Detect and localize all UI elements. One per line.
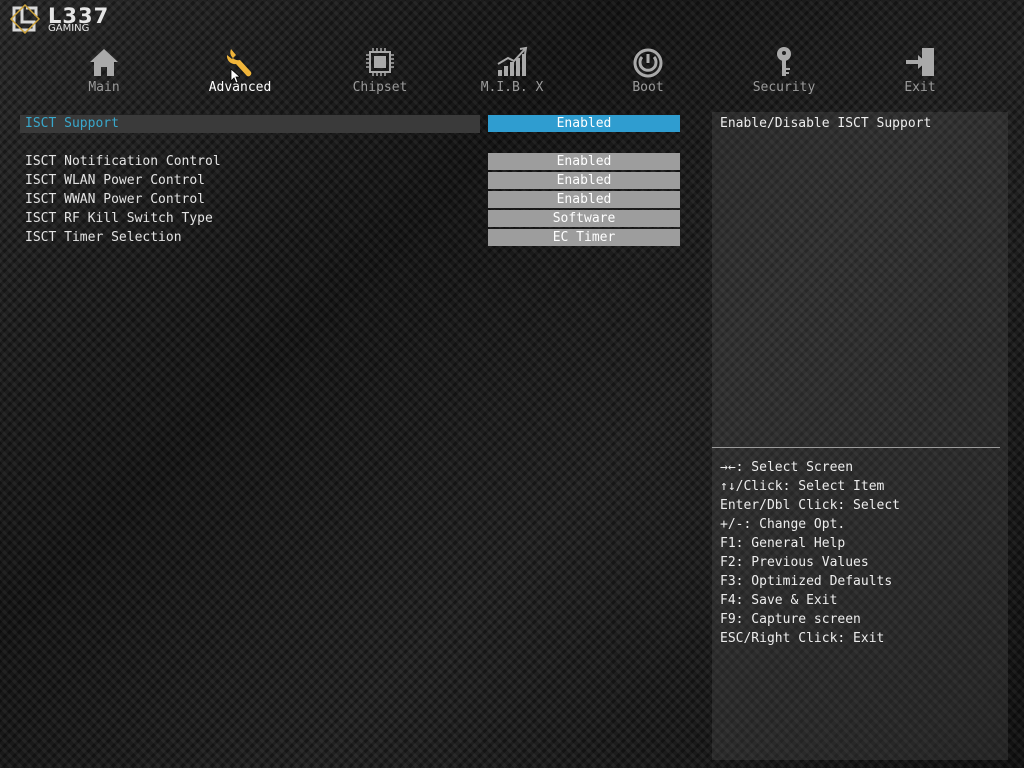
setting-isct-notification-control[interactable]: ISCT Notification Control Enabled <box>20 153 680 171</box>
help-description: Enable/Disable ISCT Support <box>720 116 932 131</box>
chart-icon <box>497 46 528 76</box>
tab-mib-x[interactable]: M.I.B. X <box>457 40 567 100</box>
key-hint: ↑↓/Click: Select Item <box>720 479 885 494</box>
key-hint: Enter/Dbl Click: Select <box>720 498 901 513</box>
setting-isct-rf-kill-switch-type[interactable]: ISCT RF Kill Switch Type Software <box>20 210 680 228</box>
key-hint: F9: Capture screen <box>720 612 861 627</box>
setting-value[interactable]: Software <box>488 210 680 227</box>
tab-exit-label: Exit <box>904 80 936 95</box>
tab-advanced-label: Advanced <box>208 80 272 95</box>
setting-value[interactable]: EC Timer <box>488 229 680 246</box>
setting-label: ISCT RF Kill Switch Type <box>25 211 213 226</box>
setting-label: ISCT Notification Control <box>25 154 221 169</box>
tab-exit[interactable]: Exit <box>865 40 975 100</box>
tab-security[interactable]: Security <box>729 40 839 100</box>
tab-main[interactable]: Main <box>49 40 159 100</box>
tab-chipset-label: Chipset <box>352 80 408 95</box>
key-hint: ESC/Right Click: Exit <box>720 631 885 646</box>
logo-emblem-icon <box>9 3 41 35</box>
setting-value[interactable]: Enabled <box>488 153 680 170</box>
tab-main-label: Main <box>88 80 120 95</box>
brand-logo: L337 GAMING <box>8 2 128 36</box>
tab-security-label: Security <box>752 80 816 95</box>
setting-value[interactable]: Enabled <box>488 191 680 208</box>
main-tab-bar: Main Advanced Chipset M.I.B. X Boot Secu… <box>0 40 1024 100</box>
help-divider <box>712 447 1000 448</box>
tab-chipset[interactable]: Chipset <box>325 40 435 100</box>
key-hint: +/-: Change Opt. <box>720 517 846 532</box>
key-icon <box>777 47 791 76</box>
key-hint: F3: Optimized Defaults <box>720 574 893 589</box>
setting-value[interactable]: Enabled <box>488 172 680 189</box>
setting-isct-support[interactable]: ISCT Support Enabled <box>20 115 680 133</box>
help-panel <box>712 112 1008 760</box>
wrench-icon <box>226 49 252 77</box>
key-legend: →←: Select Screen ↑↓/Click: Select Item … <box>720 458 900 648</box>
exit-icon <box>906 48 934 76</box>
tab-boot[interactable]: Boot <box>593 40 703 100</box>
setting-label: ISCT Support <box>25 116 119 131</box>
setting-label: ISCT WLAN Power Control <box>25 173 206 188</box>
logo-sub-text: GAMING <box>48 23 90 34</box>
key-hint: →←: Select Screen <box>720 460 854 475</box>
tab-boot-label: Boot <box>632 80 664 95</box>
setting-value[interactable]: Enabled <box>488 115 680 132</box>
setting-isct-timer-selection[interactable]: ISCT Timer Selection EC Timer <box>20 229 680 247</box>
mouse-cursor-icon <box>230 68 240 84</box>
key-hint: F4: Save & Exit <box>720 593 838 608</box>
chip-icon <box>366 48 394 76</box>
setting-isct-wlan-power-control[interactable]: ISCT WLAN Power Control Enabled <box>20 172 680 190</box>
tab-mib-x-label: M.I.B. X <box>480 80 544 95</box>
tab-advanced[interactable]: Advanced <box>185 40 295 100</box>
key-hint: F1: General Help <box>720 536 846 551</box>
power-icon <box>633 48 663 78</box>
home-icon <box>90 49 118 76</box>
setting-label: ISCT WWAN Power Control <box>25 192 206 207</box>
key-hint: F2: Previous Values <box>720 555 869 570</box>
setting-isct-wwan-power-control[interactable]: ISCT WWAN Power Control Enabled <box>20 191 680 209</box>
setting-label: ISCT Timer Selection <box>25 230 182 245</box>
